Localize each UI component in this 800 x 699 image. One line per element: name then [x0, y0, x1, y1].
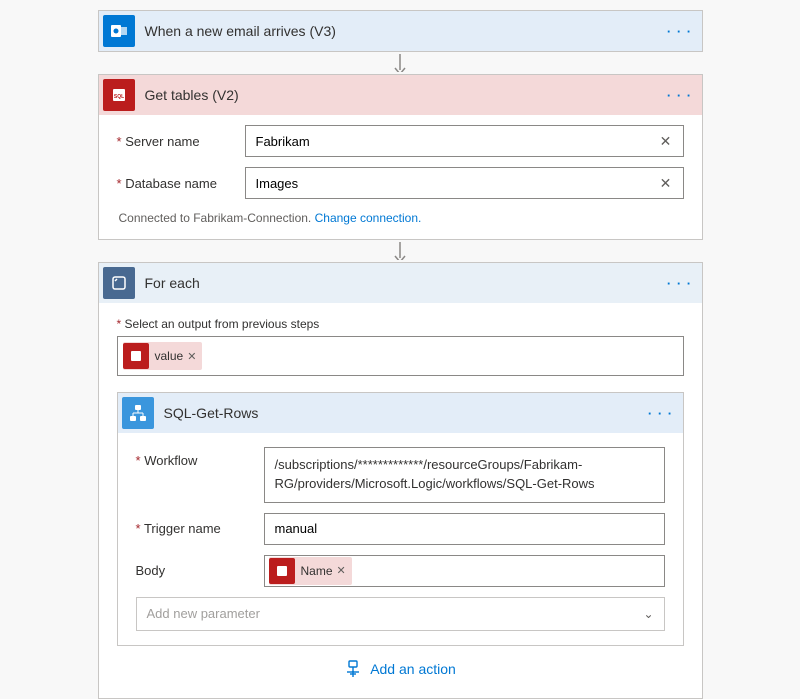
add-parameter-select[interactable]: Add new parameter ⌄	[136, 597, 665, 631]
trigger-title: When a new email arrives (V3)	[145, 23, 666, 39]
body-label: Body	[136, 563, 264, 578]
connector-arrow	[400, 242, 401, 260]
database-name-input[interactable]	[256, 176, 655, 191]
trigger-name-input[interactable]	[275, 521, 658, 536]
trigger-name-input-wrap	[264, 513, 665, 545]
add-action-button[interactable]: Add an action	[117, 646, 684, 682]
server-name-input[interactable]	[256, 134, 655, 149]
foreach-body: * Select an output from previous steps v…	[99, 303, 702, 698]
add-step-icon	[344, 660, 362, 678]
workflow-icon	[122, 397, 154, 429]
select-output-field[interactable]: value ✕	[117, 336, 684, 376]
trigger-name-label: * Trigger name	[136, 521, 264, 536]
more-button[interactable]: · · ·	[666, 17, 694, 45]
foreach-step: For each · · · * Select an output from p…	[98, 262, 703, 699]
clear-icon[interactable]: ✕	[655, 172, 677, 194]
foreach-header[interactable]: For each · · ·	[99, 263, 702, 303]
server-name-input-wrap: ✕	[245, 125, 684, 157]
body-field[interactable]: Name ✕	[264, 555, 665, 587]
change-connection-link[interactable]: Change connection.	[315, 211, 422, 225]
more-button[interactable]: · · ·	[647, 399, 675, 427]
outlook-icon	[103, 15, 135, 47]
remove-token-icon[interactable]: ✕	[337, 564, 346, 577]
select-output-label: * Select an output from previous steps	[117, 317, 684, 331]
sql-icon	[123, 343, 149, 369]
loop-icon	[103, 267, 135, 299]
workflow-input[interactable]: /subscriptions/*************/resourceGro…	[264, 447, 665, 503]
get-tables-header[interactable]: SQL Get tables (V2) · · ·	[99, 75, 702, 115]
workflow-label: * Workflow	[136, 447, 264, 468]
sql-get-rows-body: * Workflow /subscriptions/*************/…	[118, 433, 683, 645]
connector-arrow	[400, 54, 401, 72]
chevron-down-icon: ⌄	[643, 607, 653, 621]
sql-icon: SQL	[103, 79, 135, 111]
foreach-title: For each	[145, 275, 666, 291]
sql-get-rows-step: SQL-Get-Rows · · · * Workflow /subscript…	[117, 392, 684, 646]
database-name-label: * Database name	[117, 176, 245, 191]
database-name-input-wrap: ✕	[245, 167, 684, 199]
more-button[interactable]: · · ·	[666, 269, 694, 297]
sql-get-rows-title: SQL-Get-Rows	[164, 405, 647, 421]
name-token: Name ✕	[269, 557, 352, 585]
clear-icon[interactable]: ✕	[655, 130, 677, 152]
server-name-label: * Server name	[117, 134, 245, 149]
svg-text:SQL: SQL	[113, 94, 123, 100]
remove-token-icon[interactable]: ✕	[187, 350, 196, 363]
sql-get-rows-header[interactable]: SQL-Get-Rows · · ·	[118, 393, 683, 433]
sql-icon	[269, 558, 295, 584]
connection-note: Connected to Fabrikam-Connection. Change…	[117, 209, 684, 227]
get-tables-step: SQL Get tables (V2) · · · * Server name …	[98, 74, 703, 240]
get-tables-title: Get tables (V2)	[145, 87, 666, 103]
more-button[interactable]: · · ·	[666, 81, 694, 109]
value-token: value ✕	[123, 342, 203, 370]
trigger-header[interactable]: When a new email arrives (V3) · · ·	[99, 11, 702, 51]
get-tables-body: * Server name ✕ * Database name ✕ Connec…	[99, 115, 702, 239]
trigger-step: When a new email arrives (V3) · · ·	[98, 10, 703, 52]
